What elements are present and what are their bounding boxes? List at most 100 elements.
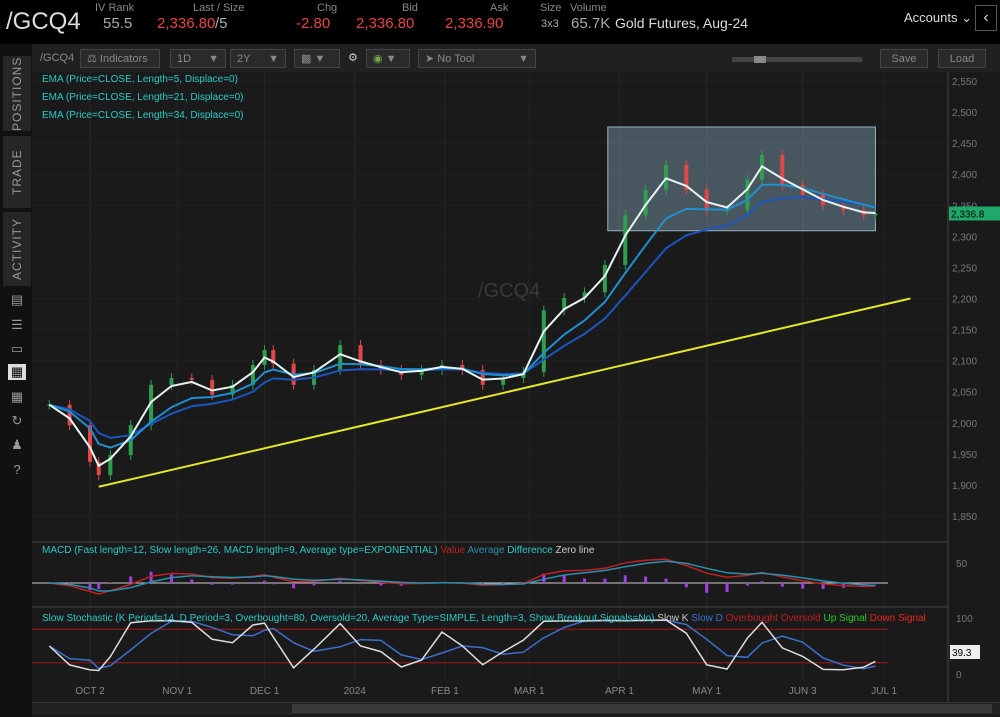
indicators-label: Indicators xyxy=(99,53,148,65)
aggregation-select[interactable]: 1D ▼ xyxy=(170,49,226,68)
calendar-icon[interactable]: ▤ xyxy=(8,292,26,308)
x-tick-label: NOV 1 xyxy=(162,686,192,697)
tab-trade[interactable]: TRADE xyxy=(3,136,31,208)
macd-zero-legend: Zero line xyxy=(555,545,595,556)
y-tick-label: 1,900 xyxy=(952,481,977,492)
style-select[interactable]: ◉ ▼ xyxy=(366,49,410,68)
y-tick-label: 1,850 xyxy=(952,512,977,523)
bid: 2,336.80 xyxy=(356,15,415,32)
candle xyxy=(745,179,750,211)
macd-average-line xyxy=(49,560,876,592)
horizontal-scrollbar[interactable] xyxy=(32,702,1000,715)
list-icon[interactable]: ☰ xyxy=(8,317,26,333)
x-tick-label: APR 1 xyxy=(605,686,634,697)
y-tick-label: 2,150 xyxy=(952,326,977,337)
chevron-down-icon: ▼ xyxy=(268,53,279,65)
y-tick-label: 1,950 xyxy=(952,450,977,461)
drawing-tool-value: No Tool xyxy=(437,53,475,65)
tab-positions[interactable]: POSITIONS xyxy=(3,56,31,131)
palette-icon: ◉ xyxy=(373,53,383,65)
candle xyxy=(189,378,194,380)
chevron-down-icon: ⌄ xyxy=(961,10,972,25)
macd-label: MACD (Fast length=12, Slow length=26, MA… xyxy=(42,545,438,556)
size-label: Size xyxy=(540,2,562,14)
y-tick-label: 2,400 xyxy=(952,170,977,181)
ask-label: Ask xyxy=(490,2,509,14)
x-tick-label: 2024 xyxy=(344,686,367,697)
slow-k-legend: Slow K xyxy=(657,613,689,624)
y-tick-label: 2,050 xyxy=(952,388,977,399)
candle xyxy=(210,379,215,395)
candle xyxy=(169,378,174,385)
quote-header: /GCQ4 IV Rank 55.5 Last / Size 2,336.80 … xyxy=(0,0,1000,40)
aggregation-value: 1D xyxy=(177,53,192,65)
y-tick-label: 2,500 xyxy=(952,108,977,119)
y-tick-label: 2,000 xyxy=(952,419,977,430)
ema21-label: EMA (Price=CLOSE, Length=21, Displace=0) xyxy=(42,92,244,103)
range-value: 2Y xyxy=(237,53,251,65)
scrollbar-thumb[interactable] xyxy=(292,704,992,713)
settings-gear-icon[interactable]: ⚙ xyxy=(342,49,364,68)
drawing-tool-select[interactable]: ➤ No Tool ▼ xyxy=(418,49,536,68)
change: -2.80 xyxy=(296,15,331,32)
grid-icon[interactable]: ▦ xyxy=(8,389,26,405)
x-tick-label: MAR 1 xyxy=(514,686,545,697)
y-tick-label: 2,100 xyxy=(952,357,977,368)
y-tick-label: 2,550 xyxy=(952,77,977,88)
x-tick-label: DEC 1 xyxy=(250,686,280,697)
stoch-legend: Slow Stochastic (K Period=14, D Period=3… xyxy=(42,613,948,624)
slow-d-line xyxy=(48,619,876,670)
last-price: 2,336.80 xyxy=(157,15,216,32)
x-tick-label: OCT 2 xyxy=(75,686,105,697)
chevron-down-icon: ▼ xyxy=(314,53,326,65)
accounts-label: Accounts xyxy=(903,10,958,25)
history-icon[interactable]: ↻ xyxy=(8,413,26,429)
y-tick-label: 2,450 xyxy=(952,139,977,150)
chart-symbol: /GCQ4 xyxy=(40,52,75,64)
people-icon[interactable]: ♟ xyxy=(8,437,26,453)
bar-chart-icon: ▩ xyxy=(301,53,312,65)
symbol[interactable]: /GCQ4 xyxy=(6,8,81,36)
range-box xyxy=(607,126,876,232)
volume: 65.7K xyxy=(571,15,611,32)
sidebar: POSITIONS TRADE ACTIVITY ▤ ☰ ▭ ▦ ▦ ↻ ♟ ? xyxy=(0,44,32,717)
bid-label: Bid xyxy=(402,2,418,14)
zoom-slider-thumb[interactable] xyxy=(754,56,766,63)
tab-activity[interactable]: ACTIVITY xyxy=(3,212,31,286)
chevron-down-icon: ▼ xyxy=(518,53,529,65)
flask-icon: ⚖ xyxy=(87,53,100,65)
monitor-icon[interactable]: ▭ xyxy=(8,341,26,357)
up-signal-legend: Up Signal xyxy=(823,613,867,624)
down-signal-legend: Down Signal xyxy=(869,613,926,624)
watermark: /GCQ4 xyxy=(478,280,541,302)
macd-diff-legend: Difference xyxy=(507,545,553,556)
last-price-label: 2,336.8 xyxy=(951,209,985,220)
last-size: /5 xyxy=(215,15,228,32)
ema34-label: EMA (Price=CLOSE, Length=34, Displace=0) xyxy=(42,110,244,121)
macd-value-legend: Value xyxy=(440,545,466,556)
ema5-label: EMA (Price=CLOSE, Length=5, Displace=0) xyxy=(42,74,238,85)
indicators-button[interactable]: ⚖ Indicators xyxy=(80,49,160,68)
stoch-last-label: 39.3 xyxy=(952,648,972,659)
description: Gold Futures, Aug-24 xyxy=(615,15,749,31)
collapse-button[interactable]: ‹ xyxy=(975,5,997,31)
range-select[interactable]: 2Y ▼ xyxy=(230,49,286,68)
chart-area[interactable]: OCT 2 NOV 1 DEC 1 2024 FEB 1 MAR 1 APR 1 MAY 1 J… xyxy=(32,72,1000,717)
stoch-tick-label: 100 xyxy=(956,614,973,625)
x-tick-label: FEB 1 xyxy=(431,686,459,697)
load-button[interactable]: Load xyxy=(938,49,986,68)
chart-icon[interactable]: ▦ xyxy=(8,364,26,380)
accounts-dropdown[interactable]: Accounts ⌄ xyxy=(904,10,972,26)
macd-value-line xyxy=(49,558,876,595)
volume-label: Volume xyxy=(570,2,607,14)
oversold-legend: Oversold xyxy=(780,613,821,624)
chevron-left-icon: ‹ xyxy=(983,9,989,26)
chevron-down-icon: ▼ xyxy=(385,53,397,65)
chart-style-select[interactable]: ▩ ▼ xyxy=(294,49,340,68)
ask: 2,336.90 xyxy=(445,15,504,32)
macd-tick-label: 50 xyxy=(956,559,968,570)
save-button[interactable]: Save xyxy=(880,49,928,68)
overbought-legend: Overbought xyxy=(725,613,778,624)
zoom-slider[interactable] xyxy=(732,56,862,63)
help-icon[interactable]: ? xyxy=(8,462,26,478)
